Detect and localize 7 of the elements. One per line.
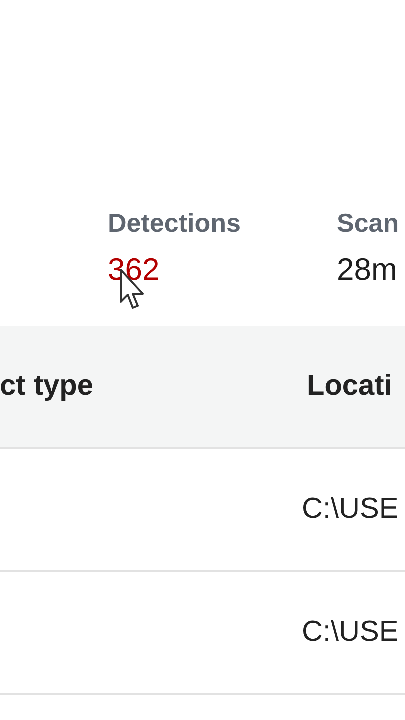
- stat-value: 28m: [337, 251, 398, 289]
- column-header: Locati: [307, 370, 394, 403]
- table-cell: C:\USE: [302, 493, 399, 526]
- table-cell: C:\USE: [302, 616, 399, 649]
- column-header: ct type: [0, 370, 94, 403]
- stat-label: Scan: [337, 207, 400, 240]
- stat-label: Detections: [108, 207, 242, 240]
